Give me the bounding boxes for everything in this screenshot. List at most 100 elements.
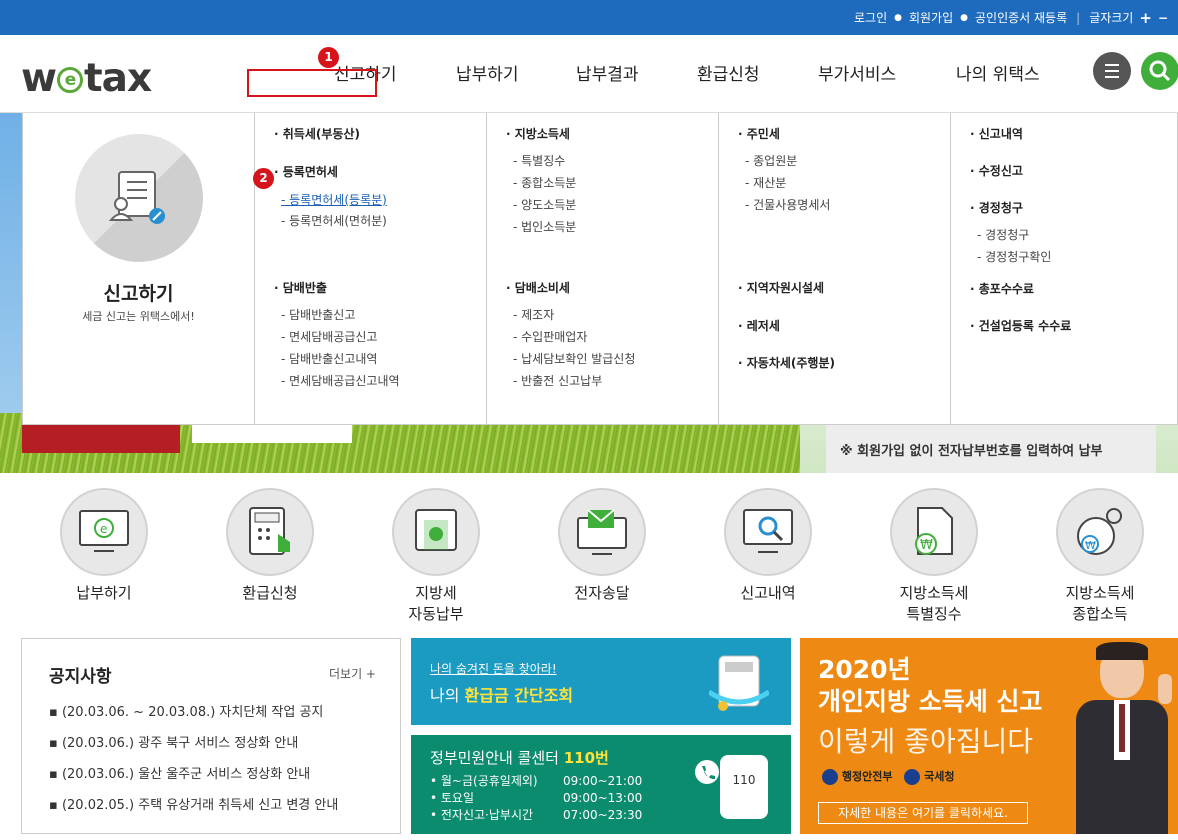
menu-tax-free-tobacco[interactable]: - 면세담배공급신고 (281, 328, 377, 345)
phone-icon: 110 (720, 755, 768, 819)
menu-pre-export-report[interactable]: - 반출전 신고납부 (513, 372, 602, 389)
menu-building-usage[interactable]: - 건물사용명세서 (745, 196, 830, 213)
quick-report-history[interactable]: 신고내역 (713, 488, 823, 604)
menu-resident-tax[interactable]: · 주민세 (738, 125, 780, 142)
nav-extra-services[interactable]: 부가서비스 (818, 60, 896, 85)
quick-e-delivery[interactable]: 전자송달 (547, 488, 657, 604)
menu-local-income-tax[interactable]: · 지방소득세 (506, 125, 570, 142)
menu-regional-resource-tax[interactable]: · 지역자원시설세 (738, 279, 824, 296)
signup-link[interactable]: 회원가입 (909, 9, 953, 26)
step-badge-2: 2 (253, 168, 274, 189)
call-center-banner: 정부민원안내 콜센터 110번 • 월~금(공휴일제외) 09:00~21:00 … (411, 735, 791, 834)
report-mega-menu: 신고하기 세금 신고는 위택스에서! · 취득세(부동산) · 등록면허세 - … (22, 113, 1178, 425)
auto-pay-icon (392, 488, 480, 576)
hamburger-icon (1105, 64, 1119, 78)
svg-text:e: e (100, 522, 107, 536)
menu-property-portion[interactable]: - 재산분 (745, 174, 786, 191)
menu-button[interactable] (1093, 52, 1131, 90)
menu-collateral-cert[interactable]: - 납세담보확인 발급신청 (513, 350, 635, 367)
menu-report-history[interactable]: · 신고내역 (970, 125, 1023, 142)
menu-reg-license-registration[interactable]: - 등록면허세(등록분) (281, 191, 387, 208)
menu-column-3: · 주민세 - 종업원분 - 재산분 - 건물사용명세서 · 지역자원시설세 ·… (718, 113, 950, 424)
refund-title: 나의 환급금 간단조회 (430, 686, 574, 705)
ad-orgs: 행정안전부 국세청 (822, 768, 955, 785)
cert-reregister-link[interactable]: 공인인증서 재등록 (975, 9, 1067, 26)
menu-correction-claim[interactable]: · 경정청구 (970, 199, 1023, 216)
calculator-hand-icon (226, 488, 314, 576)
pie-gear-won-icon: ₩ (1056, 488, 1144, 576)
notice-item[interactable]: ▪ (20.03.06.) 광주 북구 서비스 정상화 안내 (49, 732, 298, 751)
font-size-label: 글자크기 (1089, 11, 1134, 25)
menu-special-withholding[interactable]: - 특별징수 (513, 152, 565, 169)
gov-emblem-icon (904, 769, 921, 785)
font-size-minus-button[interactable]: − (1158, 11, 1168, 25)
menu-tobacco-export[interactable]: · 담배반출 (274, 279, 327, 296)
nav-payment-result[interactable]: 납부결과 (576, 60, 639, 85)
nav-refund[interactable]: 환급신청 (697, 60, 760, 85)
ad-cta-button[interactable]: 자세한 내용은 여기를 클릭하세요. (818, 802, 1028, 824)
ad-line-2: 개인지방 소득세 신고 (818, 687, 1043, 716)
menu-employee-portion[interactable]: - 종업원분 (745, 152, 797, 169)
nav-payment[interactable]: 납부하기 (456, 60, 519, 85)
income-tax-ad-banner[interactable]: 2020년 개인지방 소득세 신고 이렇게 좋아집니다 행정안전부 국세청 자세… (800, 638, 1178, 834)
login-link[interactable]: 로그인 (854, 9, 887, 26)
call-center-title: 정부민원안내 콜센터 110번 (430, 749, 609, 767)
menu-global-income[interactable]: - 종합소득분 (513, 174, 576, 191)
mega-menu-tagline: 세금 신고는 위택스에서! (82, 310, 195, 323)
nav-my-wetax[interactable]: 나의 위택스 (956, 60, 1040, 85)
report-illustration (75, 134, 203, 262)
utility-links: 로그인 ● 회원가입 ● 공인인증서 재등록 | 글자크기 + − (853, 8, 1168, 27)
wetax-logo[interactable]: w e tax (21, 56, 152, 101)
menu-amended-report[interactable]: · 수정신고 (970, 162, 1023, 179)
call-icon (695, 760, 719, 784)
notice-item[interactable]: ▪ (20.02.05.) 주택 유상거래 취득세 신고 변경 안내 (49, 794, 338, 813)
svg-text:₩: ₩ (1085, 539, 1096, 552)
gov-emblem-icon (822, 769, 838, 785)
quick-auto-pay[interactable]: 지방세 자동납부 (381, 488, 491, 625)
document-user-icon (108, 171, 165, 224)
menu-column-2: · 지방소득세 - 특별징수 - 종합소득분 - 양도소득분 - 법인소득분 ·… (486, 113, 718, 424)
menu-tobacco-history[interactable]: - 담배반출신고내역 (281, 350, 377, 367)
monitor-search-icon (724, 488, 812, 576)
quick-payment[interactable]: e 납부하기 (49, 488, 159, 604)
notice-item[interactable]: ▪ (20.03.06.) 울산 울주군 서비스 정상화 안내 (49, 763, 310, 782)
menu-leisure-tax[interactable]: · 레저세 (738, 317, 780, 334)
menu-correction-claim-check[interactable]: - 경정청구확인 (977, 248, 1051, 265)
notice-item[interactable]: ▪ (20.03.06. ~ 20.03.08.) 자치단체 작업 공지 (49, 701, 323, 720)
ad-model-photo (1070, 642, 1176, 834)
call-center-hours: • 월~금(공휴일제외) 09:00~21:00 • 토요일 09:00~13:00… (430, 774, 643, 822)
menu-tobacco-consumption-tax[interactable]: · 담배소비세 (506, 279, 570, 296)
notice-title: 공지사항 (49, 667, 112, 687)
menu-corporate-income[interactable]: - 법인소득분 (513, 218, 576, 235)
menu-tax-free-tobacco-history[interactable]: - 면세담배공급신고내역 (281, 372, 400, 389)
quick-refund[interactable]: 환급신청 (215, 488, 325, 604)
menu-construction-reg-fee[interactable]: · 건설업등록 수수료 (970, 317, 1071, 334)
notice-panel: 공지사항 더보기 + ▪ (20.03.06. ~ 20.03.08.) 자치단… (21, 638, 401, 834)
menu-column-4: · 신고내역 · 수정신고 · 경정청구 - 경정청구 - 경정청구확인 · 총… (950, 113, 1178, 424)
font-size-plus-button[interactable]: + (1139, 9, 1152, 27)
banner-note: ※ 회원가입 없이 전자납부번호를 입력하여 납부 (826, 425, 1156, 473)
site-header: w e tax 신고하기 납부하기 납부결과 환급신청 부가서비스 나의 위택스 1 (0, 35, 1178, 113)
menu-vehicle-tax-driving[interactable]: · 자동차세(주행분) (738, 354, 835, 371)
menu-tobacco-report[interactable]: - 담배반출신고 (281, 306, 355, 323)
menu-firearm-fee[interactable]: · 총포수수료 (970, 280, 1034, 297)
menu-manufacturer[interactable]: - 제조자 (513, 306, 554, 323)
menu-importer[interactable]: - 수입판매업자 (513, 328, 587, 345)
step-badge-1: 1 (318, 47, 339, 68)
document-won-icon: ₩ (890, 488, 978, 576)
menu-correction-claim-sub[interactable]: - 경정청구 (977, 226, 1029, 243)
menu-column-1: · 취득세(부동산) · 등록면허세 - 등록면허세(등록분) - 등록면허세(… (254, 113, 486, 424)
menu-registration-license-tax[interactable]: · 등록면허세 (274, 163, 338, 180)
highlight-box (247, 69, 377, 97)
calculator-icon (709, 655, 769, 711)
notice-more-link[interactable]: 더보기 + (329, 665, 376, 682)
menu-reg-license-license[interactable]: - 등록면허세(면허분) (281, 212, 387, 229)
refund-lookup-banner[interactable]: 나의 숨겨진 돈을 찾아라! 나의 환급금 간단조회 (411, 638, 791, 725)
quick-global-income[interactable]: ₩ 지방소득세 종합소득 (1045, 488, 1155, 625)
menu-transfer-income[interactable]: - 양도소득분 (513, 196, 576, 213)
quick-special-withholding[interactable]: ₩ 지방소득세 특별징수 (879, 488, 989, 625)
monitor-e-icon: e (60, 488, 148, 576)
svg-text:₩: ₩ (920, 538, 933, 553)
search-button[interactable] (1141, 52, 1178, 90)
menu-acquisition-tax[interactable]: · 취득세(부동산) (274, 125, 360, 142)
